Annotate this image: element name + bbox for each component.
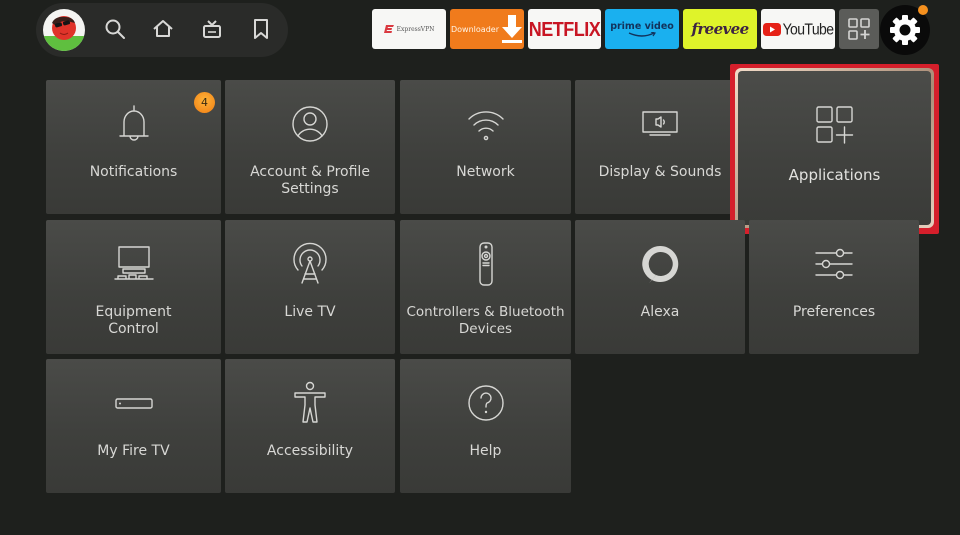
search-button[interactable] xyxy=(103,17,127,41)
tile-label: Applications xyxy=(788,166,881,184)
tile-label: Live TV xyxy=(284,304,336,320)
settings-tile-alexa[interactable]: Alexa xyxy=(575,220,745,354)
apps-grid-icon xyxy=(848,18,870,40)
app-downloader-label: Downloader xyxy=(451,24,499,34)
settings-tile-equipment-control[interactable]: Equipment Control xyxy=(46,220,221,354)
home-button[interactable] xyxy=(151,17,175,41)
settings-tile-controllers-bluetooth[interactable]: Controllers & Bluetooth Devices xyxy=(400,220,571,354)
tile-label: Network xyxy=(456,164,515,180)
app-netflix[interactable]: NETFLIX xyxy=(528,9,601,49)
tile-label: Controllers & Bluetooth Devices xyxy=(406,304,565,337)
settings-tile-display-sounds[interactable]: Display & Sounds xyxy=(575,80,745,214)
settings-tile-preferences[interactable]: Preferences xyxy=(749,220,919,354)
settings-tile-live-tv[interactable]: Live TV xyxy=(225,220,395,354)
live-tv-icon xyxy=(203,20,221,38)
app-expressvpn[interactable]: ExpressVPN xyxy=(372,9,446,49)
settings-tile-applications[interactable]: Applications xyxy=(738,71,931,225)
app-netflix-label: NETFLIX xyxy=(528,16,601,40)
tile-label: Help xyxy=(469,443,502,459)
fire-tv-stick-icon xyxy=(114,398,153,409)
app-youtube[interactable]: YouTube xyxy=(761,9,835,49)
expressvpn-logo-icon xyxy=(383,25,394,33)
notifications-badge: 4 xyxy=(194,92,215,113)
download-arrow-icon xyxy=(501,15,522,43)
settings-tile-accessibility[interactable]: Accessibility xyxy=(225,359,395,493)
help-icon xyxy=(467,385,504,421)
settings-alert-dot xyxy=(918,5,928,15)
prime-smile-icon xyxy=(628,31,656,37)
equipment-icon xyxy=(113,246,154,280)
tile-label: Notifications xyxy=(89,164,178,180)
all-apps-button[interactable] xyxy=(839,9,879,49)
watchlist-button[interactable] xyxy=(249,17,273,41)
tile-label: Equipment Control xyxy=(95,304,172,337)
app-downloader[interactable]: Downloader xyxy=(450,9,524,49)
wifi-icon xyxy=(467,111,504,141)
settings-tile-account[interactable]: Account & Profile Settings xyxy=(225,80,395,214)
app-prime-video-label: prime video xyxy=(610,20,674,32)
bell-icon xyxy=(118,105,149,141)
tile-label: Accessibility xyxy=(266,443,354,459)
antenna-icon xyxy=(293,242,327,284)
settings-tile-my-fire-tv[interactable]: My Fire TV xyxy=(46,359,221,493)
display-sound-icon xyxy=(642,111,678,136)
settings-tile-notifications[interactable]: 4 Notifications xyxy=(46,80,221,214)
live-tv-button[interactable] xyxy=(200,17,224,41)
user-circle-icon xyxy=(292,106,328,142)
app-prime-video[interactable]: prime video xyxy=(605,9,679,49)
profile-avatar[interactable] xyxy=(43,9,85,51)
remote-icon xyxy=(478,242,493,286)
sliders-icon xyxy=(815,248,853,280)
settings-tile-network[interactable]: Network xyxy=(400,80,571,214)
tile-label: Account & Profile Settings xyxy=(250,164,370,197)
tile-label: Alexa xyxy=(640,304,680,320)
app-freevee-label: freevee xyxy=(691,20,749,38)
home-icon xyxy=(153,20,173,37)
gear-icon xyxy=(890,15,920,45)
accessibility-icon xyxy=(294,381,326,423)
app-youtube-label: YouTube xyxy=(782,20,834,38)
tile-label: Display & Sounds xyxy=(598,164,722,180)
tile-label: Preferences xyxy=(792,304,876,320)
alexa-icon xyxy=(642,245,679,283)
profile-avatar-icon xyxy=(43,16,85,51)
search-icon xyxy=(105,19,125,39)
settings-tile-help[interactable]: Help xyxy=(400,359,571,493)
tile-label: My Fire TV xyxy=(97,443,170,459)
app-expressvpn-label: ExpressVPN xyxy=(396,25,435,33)
youtube-play-icon xyxy=(762,22,781,36)
bookmark-icon xyxy=(254,19,268,39)
app-freevee[interactable]: freevee xyxy=(683,9,757,49)
apps-add-icon xyxy=(815,106,853,144)
